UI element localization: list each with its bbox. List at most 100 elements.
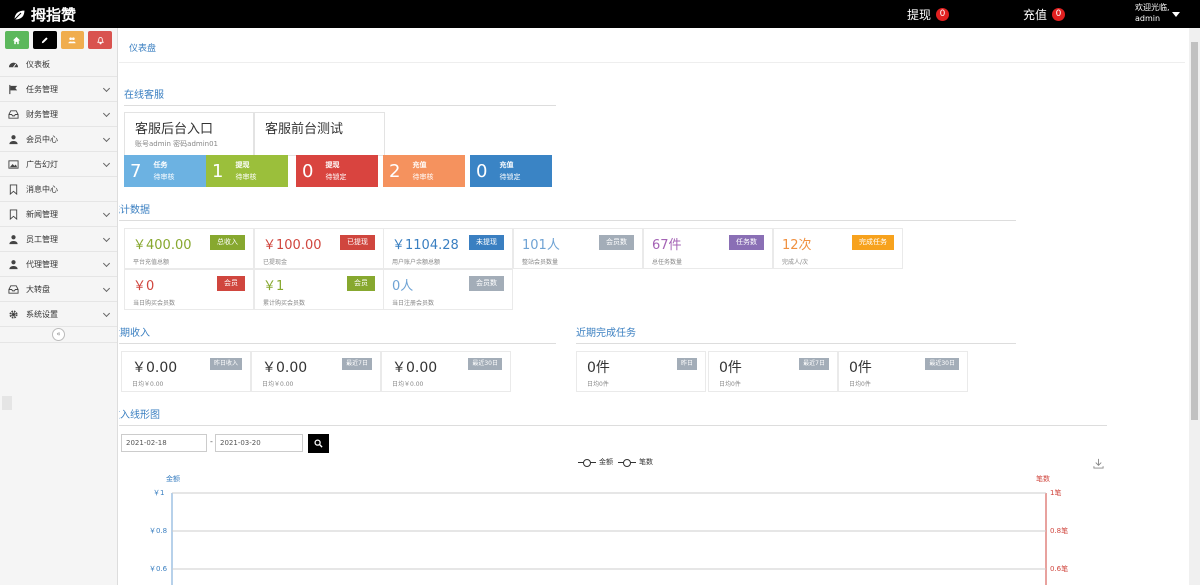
service-box-title: 客服后台入口 <box>135 122 214 137</box>
sidebar-item-members[interactable]: 会员中心 <box>0 127 117 152</box>
download-icon[interactable] <box>1093 458 1104 469</box>
date-to-input[interactable]: 2021-03-20 <box>215 434 303 452</box>
y-tick-right: 0.8笔 <box>1050 527 1069 535</box>
status-type: 充值 <box>412 161 427 169</box>
withdraw-badge: 0 <box>936 8 950 21</box>
chevron-down-icon <box>102 209 111 218</box>
edit-button[interactable] <box>32 31 57 49</box>
sidebar-item-ads[interactable]: 广告幻灯 <box>0 152 117 177</box>
bell-button[interactable] <box>88 31 112 49</box>
sidebar-item-tasks[interactable]: 任务管理 <box>0 77 117 102</box>
service-box-title: 客服前台测试 <box>265 122 344 137</box>
stat-card-total-income: ￥400.00 平台充值总额 总收入 <box>124 228 254 269</box>
stat-label: 当日注册会员数 <box>392 300 435 307</box>
user-menu[interactable]: 欢迎光临, admin <box>1135 2 1170 24</box>
search-button[interactable] <box>308 434 329 453</box>
main-content: 仪表盘 在线客服 客服后台入口 账号admin 密码admin01 客服前台测试… <box>119 28 1189 585</box>
status-withdraw-review[interactable]: 1 提现 待审核 <box>206 155 288 187</box>
task-tag: 最近30日 <box>925 358 959 370</box>
sidebar-item-settings[interactable]: 系统设置 <box>0 302 117 327</box>
status-type: 提现 <box>325 161 340 169</box>
status-recharge-review[interactable]: 2 充值待审核 <box>383 155 465 187</box>
inbox-icon <box>8 109 19 120</box>
status-task-review[interactable]: 7 任务 待审核 <box>124 155 206 187</box>
sidebar-item-label: 系统设置 <box>26 309 58 319</box>
income-card-30days: ￥0.00 日均￥0.00 最近30日 <box>381 351 511 392</box>
breadcrumb[interactable]: 仪表盘 <box>129 41 156 54</box>
status-count: 2 <box>389 160 401 182</box>
stat-card-unwithdrawn: ￥1104.28 用户账户余额总额 未提现 <box>383 228 513 269</box>
recharge-notice[interactable]: 充值 0 <box>1023 6 1066 23</box>
sidebar: 仪表板 任务管理 财务管理 会员中心 广告幻灯 消息中心 新闻管理 员工管理 代… <box>0 28 118 585</box>
date-from-input[interactable]: 2021-02-18 <box>121 434 207 452</box>
withdraw-notice[interactable]: 提现 0 <box>907 6 950 23</box>
status-withdraw-lock[interactable]: 0 提现 待锁定 <box>296 155 378 187</box>
username: admin <box>1135 14 1161 23</box>
income-label: 日均￥0.00 <box>132 381 164 388</box>
users-button[interactable] <box>60 31 85 49</box>
sidebar-item-label: 财务管理 <box>26 109 58 119</box>
task-card-yesterday: 0件 日均0件 昨日 <box>576 351 706 392</box>
status-recharge-lock[interactable]: 0 充值 待锁定 <box>470 155 552 187</box>
y-tick-right: 0.6笔 <box>1050 565 1069 573</box>
sidebar-item-dashboard[interactable]: 仪表板 <box>0 52 117 77</box>
picture-icon <box>8 159 19 170</box>
sidebar-toggle-tab[interactable] <box>2 396 12 410</box>
shortcut-buttons <box>0 28 117 52</box>
task-card-7days: 0件 日均0件 最近7日 <box>708 351 838 392</box>
income-card-7days: ￥0.00 日均￥0.00 最近7日 <box>251 351 381 392</box>
sidebar-item-label: 新闻管理 <box>26 209 58 219</box>
stat-card-today-registrations: 0人 当日注册会员数 会员数 <box>383 269 513 310</box>
service-frontend-link[interactable]: 客服前台测试 <box>254 112 385 156</box>
task-label: 日均0件 <box>587 381 609 388</box>
status-state: 待审核 <box>412 173 434 181</box>
user-icon <box>8 134 19 145</box>
legend-line-icon <box>618 458 636 467</box>
sidebar-item-label: 代理管理 <box>26 259 58 269</box>
logo-text: 拇指赞 <box>31 6 77 24</box>
stat-tag: 完成任务 <box>852 235 894 250</box>
y-tick-right: 1笔 <box>1050 489 1062 497</box>
sidebar-item-agents[interactable]: 代理管理 <box>0 252 117 277</box>
logo[interactable]: 拇指赞 <box>12 4 76 25</box>
status-state: 待锁定 <box>499 173 521 181</box>
sidebar-item-label: 任务管理 <box>26 84 58 94</box>
scrollbar-thumb[interactable] <box>1191 42 1198 420</box>
sidebar-item-messages[interactable]: 消息中心 <box>0 177 117 202</box>
legend-label: 金额 <box>599 458 613 466</box>
collapse-sidebar-button[interactable]: « <box>52 328 65 341</box>
recharge-label: 充值 <box>1023 8 1048 22</box>
divider <box>119 62 1185 63</box>
user-icon <box>8 234 19 245</box>
sidebar-item-news[interactable]: 新闻管理 <box>0 202 117 227</box>
chevron-down-icon <box>102 234 111 243</box>
caret-down-icon[interactable] <box>1172 12 1180 17</box>
home-icon <box>13 36 21 44</box>
legend-count[interactable]: 笔数 <box>618 457 653 467</box>
income-tag: 最近30日 <box>468 358 502 370</box>
income-label: 日均￥0.00 <box>392 381 424 388</box>
stat-label: 整站会员数量 <box>522 259 559 266</box>
tasks-title: 近期完成任务 <box>576 324 1016 344</box>
sidebar-item-wheel[interactable]: 大转盘 <box>0 277 117 302</box>
legend-label: 笔数 <box>639 458 653 466</box>
sidebar-item-staff[interactable]: 员工管理 <box>0 227 117 252</box>
legend-amount[interactable]: 金额 <box>578 457 613 467</box>
recharge-badge: 0 <box>1052 8 1066 21</box>
stat-label: 累计购买会员数 <box>263 300 306 307</box>
income-title: 近期收入 <box>119 324 556 344</box>
line-chart <box>171 492 1047 585</box>
y-tick-left: ￥1 <box>153 489 165 497</box>
sidebar-item-label: 广告幻灯 <box>26 159 58 169</box>
stat-label: 已提现金 <box>263 259 288 266</box>
stat-card-today-members: ￥0 当日购买会员数 会员 <box>124 269 254 310</box>
stat-tag: 已提现 <box>340 235 375 250</box>
pencil-icon <box>41 36 48 43</box>
income-tag: 昨日收入 <box>209 358 242 370</box>
sidebar-item-finance[interactable]: 财务管理 <box>0 102 117 127</box>
status-type: 提现 <box>235 161 250 169</box>
home-button[interactable] <box>5 31 29 49</box>
stats-title: 统计数据 <box>119 201 1016 221</box>
service-backend-link[interactable]: 客服后台入口 账号admin 密码admin01 <box>124 112 254 156</box>
stat-tag: 未提现 <box>469 235 504 250</box>
